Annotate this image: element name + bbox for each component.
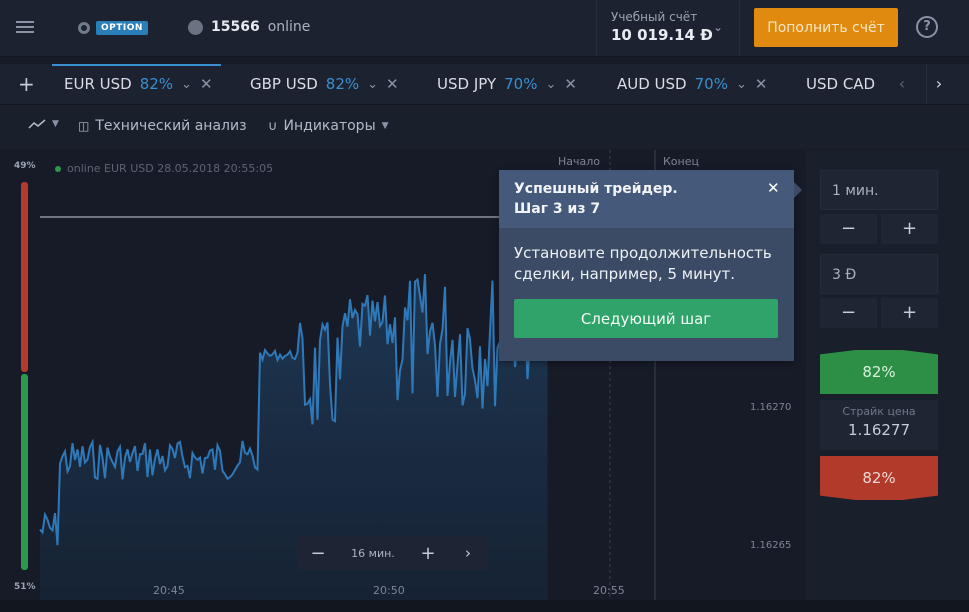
time-label: 20:55 [593, 584, 625, 597]
amount-input[interactable]: 3 Đ [820, 254, 938, 294]
tooltip-title: Успешный трейдер. [514, 181, 678, 197]
account-balance: 10 019.14 Đ [611, 26, 713, 44]
price-label-low: 1.16265 [750, 540, 792, 551]
duration-value: 1 мин. [832, 183, 879, 199]
close-icon[interactable]: ✕ [386, 75, 399, 93]
chevron-down-icon[interactable]: ⌄ [736, 77, 747, 92]
tab-name: USD JPY [437, 75, 497, 93]
tab-eur-usd[interactable]: EUR USD 82% ⌄ ✕ [52, 64, 221, 104]
tab-gbp-usd[interactable]: GBP USD 82% ⌄ ✕ [250, 64, 399, 104]
time-label: 20:45 [153, 584, 185, 597]
zoom-out-button[interactable]: − [298, 543, 338, 564]
tab-usd-jpy[interactable]: USD JPY 70% ⌄ ✕ [437, 64, 577, 104]
duration-decrease-button[interactable]: − [820, 214, 877, 244]
deposit-button[interactable]: Пополнить счёт [754, 8, 898, 47]
logo-icon [78, 22, 90, 34]
strike-value: 1.16277 [847, 421, 911, 439]
online-label: online [267, 19, 311, 35]
tooltip-body: Установите продолжительность сделки, нап… [514, 244, 772, 283]
user-icon [188, 19, 203, 35]
indicators-icon: ∪ [268, 118, 278, 134]
account-selector[interactable]: Учебный счёт 10 019.14 Đ ⌄ [596, 0, 740, 56]
strike-price: Страйк цена 1.16277 [820, 400, 938, 450]
logo-badge: OPTION [96, 21, 148, 35]
zoom-in-button[interactable]: + [408, 543, 448, 564]
tab-name: EUR USD [64, 75, 132, 93]
help-icon[interactable]: ? [916, 16, 938, 38]
caret-down-icon: ▼ [52, 119, 59, 129]
zoom-control: − 16 мин. + › [298, 536, 488, 570]
analysis-icon: ◫ [78, 119, 90, 133]
online-counter: 15566 online [188, 19, 310, 35]
time-label: 20:50 [373, 584, 405, 597]
tab-payout: 82% [139, 75, 174, 93]
amount-increase-button[interactable]: + [881, 298, 938, 328]
tab-name: AUD USD [617, 75, 687, 93]
chevron-right-icon[interactable]: › [448, 544, 488, 562]
duration-input[interactable]: 1 мин. [820, 170, 938, 210]
tab-aud-usd[interactable]: AUD USD 70% ⌄ ✕ [617, 64, 767, 104]
duration-increase-button[interactable]: + [881, 214, 938, 244]
chevron-down-icon[interactable]: ⌄ [367, 77, 378, 92]
indicators-label: Индикаторы [283, 118, 376, 134]
technical-analysis-button[interactable]: ◫ Технический анализ [78, 118, 247, 134]
menu-icon[interactable] [14, 18, 36, 38]
tooltip-step: Шаг 3 из 7 [514, 201, 601, 217]
asset-tabs: EUR USD 82% ⌄ ✕ GBP USD 82% ⌄ ✕ USD JPY … [0, 64, 969, 105]
online-count: 15566 [211, 19, 260, 35]
put-button[interactable]: 82% [820, 456, 938, 500]
strike-label: Страйк цена [842, 405, 916, 418]
amount-value: 3 Đ [832, 267, 857, 283]
chevron-right-icon[interactable]: › [926, 64, 951, 104]
chevron-down-icon: ⌄ [713, 20, 724, 34]
next-step-button[interactable]: Следующий шаг [514, 299, 778, 338]
line-chart-icon [28, 119, 46, 129]
tab-name: GBP USD [250, 75, 318, 93]
onboarding-tooltip: Успешный трейдер. Шаг 3 из 7 ✕ Установит… [499, 170, 802, 361]
chevron-down-icon[interactable]: ⌄ [181, 77, 192, 92]
zoom-value: 16 мин. [351, 546, 395, 560]
tooltip-arrow [794, 182, 802, 198]
call-button[interactable]: 82% [820, 350, 938, 394]
chart-type-selector[interactable]: ▼ [28, 118, 59, 130]
technical-analysis-label: Технический анализ [95, 118, 247, 134]
tooltip-header [499, 170, 794, 228]
tab-name: USD CAD [806, 75, 876, 93]
tab-payout: 70% [694, 75, 728, 93]
close-icon[interactable]: ✕ [564, 75, 577, 93]
close-icon[interactable]: ✕ [200, 75, 213, 93]
amount-decrease-button[interactable]: − [820, 298, 877, 328]
chevron-left-icon[interactable]: ‹ [890, 64, 914, 104]
add-tab-icon[interactable]: + [18, 64, 42, 104]
tab-payout: 82% [325, 75, 360, 93]
tab-payout: 70% [504, 75, 538, 93]
account-type: Учебный счёт [611, 10, 698, 24]
chevron-down-icon[interactable]: ⌄ [545, 77, 556, 92]
close-icon[interactable]: ✕ [767, 179, 780, 197]
indicators-button[interactable]: ∪ Индикаторы ▼ [268, 118, 389, 134]
tab-usd-cad[interactable]: USD CAD [806, 64, 875, 104]
bottom-strip [0, 600, 969, 612]
caret-down-icon: ▼ [381, 121, 389, 131]
price-label-high: 1.16270 [750, 402, 792, 413]
close-icon[interactable]: ✕ [755, 75, 768, 93]
logo: OPTION [78, 19, 148, 37]
